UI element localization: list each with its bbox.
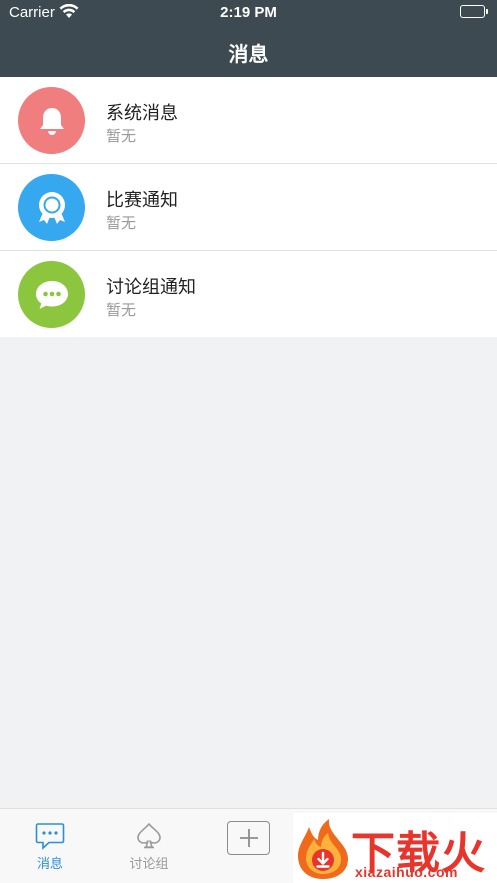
bell-icon [18,87,85,154]
message-row-system[interactable]: 系统消息 暂无 [0,77,497,164]
tab-messages[interactable]: 消息 [0,809,100,883]
tab-discussion-group[interactable]: 讨论组 [99,809,199,883]
plus-icon [227,821,270,855]
message-row-group[interactable]: 讨论组通知 暂无 [0,251,497,337]
message-icon [35,822,65,855]
watermark-en: xiazaihuo.com [355,864,458,880]
watermark-logo: 下载火 xiazaihuo.com [293,813,497,883]
top-bar: Carrier 2:19 PM 消息 [0,0,497,77]
tab-label: 消息 [36,856,63,871]
message-title: 比赛通知 [106,190,178,210]
tab-add[interactable] [199,809,299,883]
flame-download-icon [295,819,351,883]
page-title: 消息 [228,44,269,66]
message-row-contest[interactable]: 比赛通知 暂无 [0,164,497,251]
tab-label: 讨论组 [129,856,169,871]
chat-bubble-icon [18,261,85,328]
battery-icon [460,5,488,18]
status-time: 2:19 PM [220,4,277,21]
message-subtitle: 暂无 [106,302,137,319]
award-badge-icon [18,174,85,241]
message-subtitle: 暂无 [106,128,137,145]
message-subtitle: 暂无 [106,215,137,232]
message-list: 系统消息 暂无 比赛通知 暂无 讨论组通知 暂无 [0,77,497,337]
message-title: 系统消息 [106,103,178,123]
spade-icon [135,822,163,855]
status-bar: Carrier 2:19 PM [0,0,497,26]
message-title: 讨论组通知 [106,277,196,297]
